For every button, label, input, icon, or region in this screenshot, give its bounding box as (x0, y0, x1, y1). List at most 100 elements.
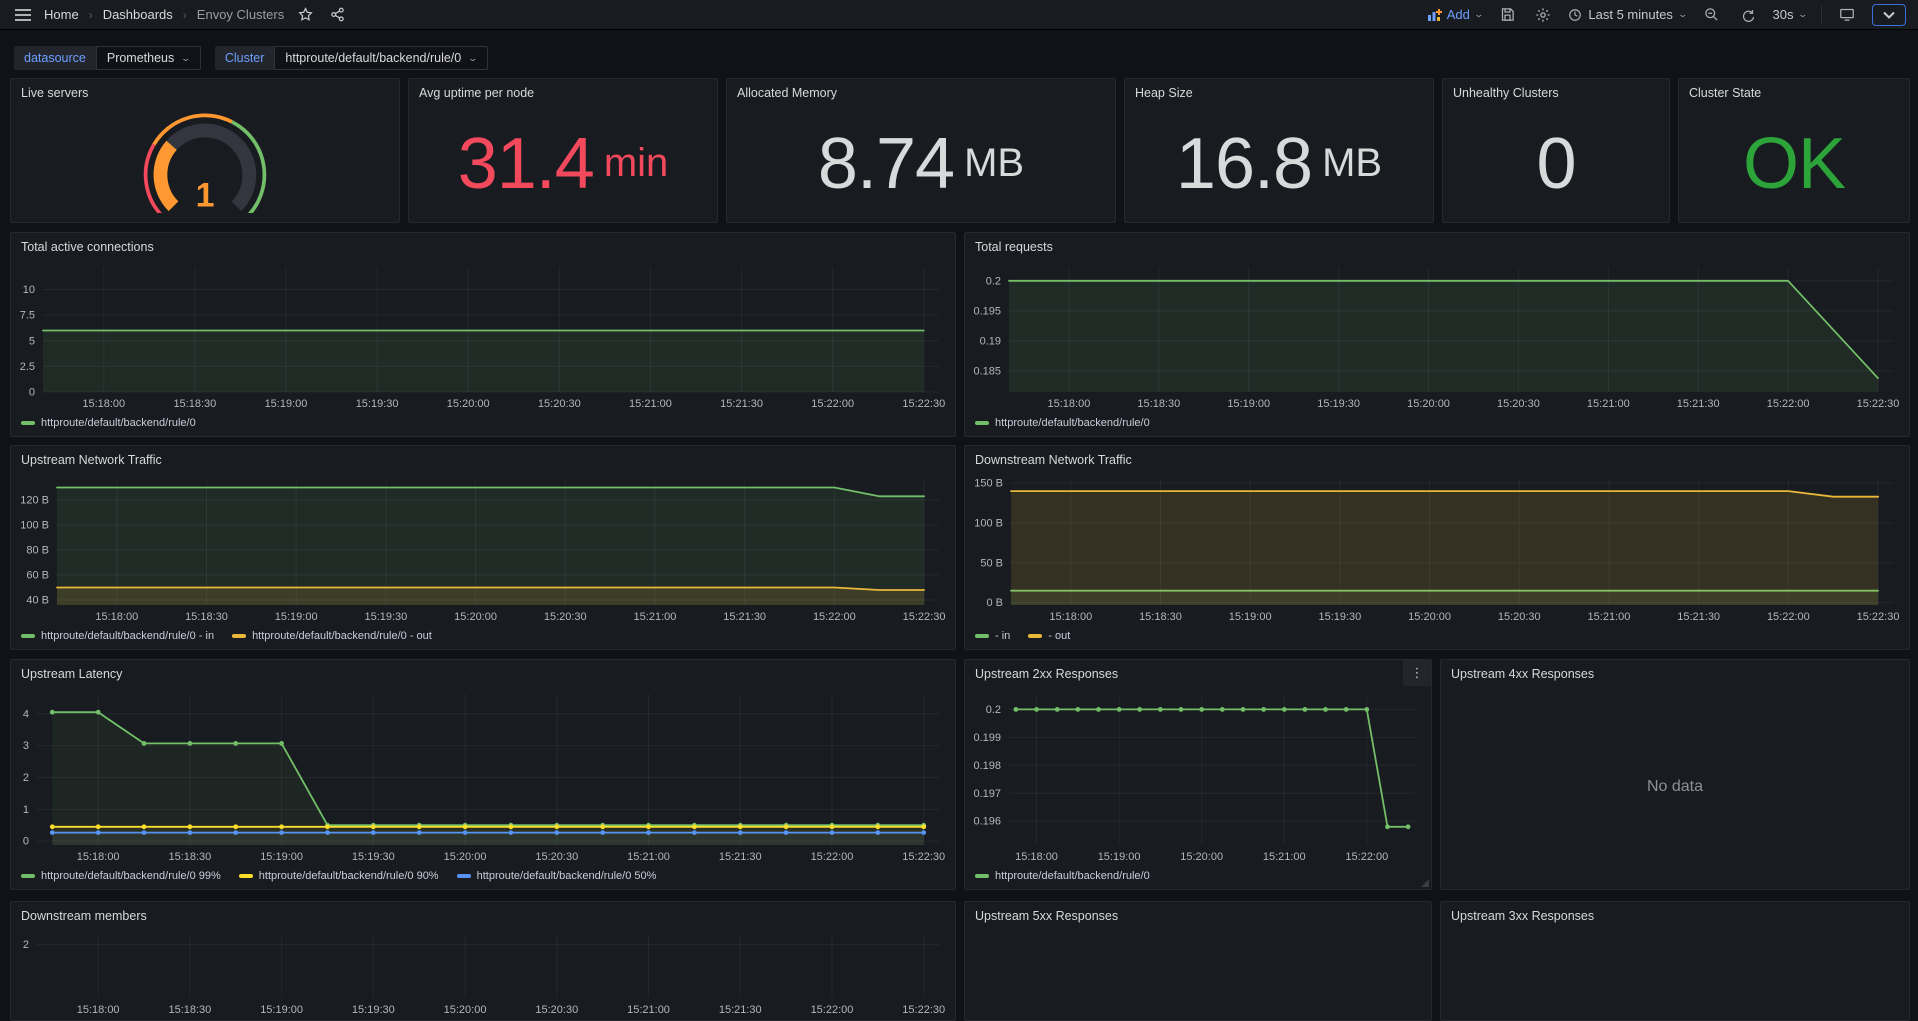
svg-text:15:21:30: 15:21:30 (1677, 611, 1720, 623)
zoom-out-icon[interactable] (1700, 4, 1722, 26)
panel-title[interactable]: Upstream Latency (11, 660, 955, 686)
time-series-plot[interactable]: 215:18:0015:18:3015:19:0015:19:3015:20:0… (11, 928, 955, 1018)
panel-title[interactable]: Cluster State (1679, 79, 1909, 105)
svg-text:15:18:30: 15:18:30 (168, 851, 211, 863)
svg-text:15:19:30: 15:19:30 (1317, 398, 1360, 410)
panel-title[interactable]: Allocated Memory (727, 79, 1115, 105)
svg-text:15:20:30: 15:20:30 (1498, 611, 1541, 623)
legend-item[interactable]: httproute/default/backend/rule/0 (975, 870, 1150, 882)
panel-title[interactable]: Upstream 3xx Responses (1441, 902, 1909, 928)
time-series-plot[interactable]: 0123415:18:0015:18:3015:19:0015:19:3015:… (11, 686, 955, 865)
legend-item[interactable]: httproute/default/backend/rule/0 90% (239, 870, 439, 882)
svg-text:15:20:00: 15:20:00 (1407, 398, 1450, 410)
svg-text:15:20:00: 15:20:00 (447, 398, 490, 410)
svg-text:15:22:00: 15:22:00 (811, 398, 854, 410)
panel-title[interactable]: Total active connections (11, 233, 955, 259)
svg-text:0.2: 0.2 (986, 704, 1001, 716)
menu-icon[interactable] (12, 4, 34, 26)
panel-title[interactable]: Downstream members (11, 902, 955, 928)
time-series-plot[interactable] (965, 928, 1431, 1018)
refresh-interval-picker[interactable]: 30s⌄ (1772, 7, 1807, 22)
favorite-star-icon[interactable] (294, 4, 316, 26)
legend-label: httproute/default/backend/rule/0 (995, 417, 1150, 429)
svg-text:15:18:00: 15:18:00 (77, 851, 120, 863)
legend-item[interactable]: - in (975, 630, 1010, 642)
legend-item[interactable]: - out (1028, 630, 1070, 642)
time-series-plot[interactable] (1441, 928, 1909, 1018)
panel-live-servers: Live servers 1 (10, 78, 400, 223)
panel-upstream-2xx-responses: Upstream 2xx Responses ⋮ 0.196 0.197 0.198… (964, 659, 1432, 890)
legend-item[interactable]: httproute/default/backend/rule/0 50% (457, 870, 657, 882)
panel-title[interactable]: Heap Size (1125, 79, 1433, 105)
variable-cluster-value[interactable]: httproute/default/backend/rule/0⌄ (274, 46, 487, 70)
variable-datasource-value[interactable]: Prometheus⌄ (96, 46, 201, 70)
time-series-plot[interactable]: 40 B60 B80 B100 B120 B15:18:0015:18:3015… (11, 472, 955, 625)
legend-item[interactable]: httproute/default/backend/rule/0 - out (232, 630, 432, 642)
svg-text:15:19:00: 15:19:00 (1229, 611, 1272, 623)
svg-text:15:21:30: 15:21:30 (723, 611, 766, 623)
svg-text:50 B: 50 B (980, 557, 1003, 569)
refresh-icon[interactable] (1736, 4, 1758, 26)
save-dashboard-icon[interactable] (1496, 4, 1518, 26)
panel-title[interactable]: Total requests (965, 233, 1909, 259)
tv-mode-icon[interactable] (1836, 4, 1858, 26)
svg-text:15:21:00: 15:21:00 (627, 851, 670, 863)
legend: - in - out (975, 627, 1903, 645)
add-panel-button[interactable]: Add⌄ (1428, 7, 1483, 22)
svg-text:0.195: 0.195 (973, 305, 1001, 317)
svg-text:15:20:00: 15:20:00 (1408, 611, 1451, 623)
breadcrumb-current: Envoy Clusters (197, 7, 284, 22)
settings-gear-icon[interactable] (1532, 4, 1554, 26)
legend-swatch (232, 634, 246, 638)
legend-item[interactable]: httproute/default/backend/rule/0 - in (21, 630, 214, 642)
svg-text:120 B: 120 B (20, 495, 49, 507)
kiosk-expand-button[interactable] (1872, 4, 1906, 26)
time-series-plot[interactable]: 0.1960.1970.1980.1990.215:18:0015:19:001… (965, 686, 1431, 865)
svg-text:15:22:00: 15:22:00 (1767, 611, 1810, 623)
legend-item[interactable]: httproute/default/backend/rule/0 (21, 417, 196, 429)
panel-title[interactable]: Avg uptime per node (409, 79, 717, 105)
svg-text:15:20:30: 15:20:30 (538, 398, 581, 410)
svg-text:15:18:00: 15:18:00 (77, 1004, 120, 1016)
panel-title[interactable]: Downstream Network Traffic (965, 446, 1909, 472)
svg-text:15:18:30: 15:18:30 (1139, 611, 1182, 623)
svg-text:15:20:00: 15:20:00 (1180, 851, 1223, 863)
panel-title[interactable]: Upstream Network Traffic (11, 446, 955, 472)
share-icon[interactable] (326, 4, 348, 26)
svg-text:15:21:00: 15:21:00 (629, 398, 672, 410)
legend-swatch (1028, 634, 1042, 638)
variable-datasource: datasource Prometheus⌄ (14, 46, 201, 70)
panel-menu-icon[interactable]: ⋮ (1403, 660, 1431, 686)
legend-label: httproute/default/backend/rule/0 - in (41, 630, 214, 642)
panel-title[interactable]: Upstream 4xx Responses (1441, 660, 1909, 686)
stat-value: OK (1743, 128, 1845, 200)
chevron-down-icon (1883, 11, 1895, 19)
svg-text:0.196: 0.196 (973, 816, 1001, 828)
time-series-plot[interactable]: 0 B50 B100 B150 B15:18:0015:18:3015:19:0… (965, 472, 1909, 625)
svg-text:0.198: 0.198 (973, 760, 1001, 772)
breadcrumb-dashboards[interactable]: Dashboards (103, 7, 173, 22)
panel-title[interactable]: Unhealthy Clusters (1443, 79, 1669, 105)
stat-value: 31.4 (458, 128, 594, 200)
gauge-value: 1 (196, 176, 215, 212)
panel-title[interactable]: Upstream 5xx Responses (965, 902, 1431, 928)
svg-text:15:19:00: 15:19:00 (265, 398, 308, 410)
breadcrumb-home[interactable]: Home (44, 7, 79, 22)
legend-item[interactable]: httproute/default/backend/rule/0 (975, 417, 1150, 429)
panel-title[interactable]: Upstream 2xx Responses (965, 660, 1431, 686)
variable-cluster-label: Cluster (215, 46, 275, 70)
time-range-picker[interactable]: Last 5 minutes⌄ (1568, 7, 1686, 22)
time-series-plot[interactable]: 02.557.51015:18:0015:18:3015:19:0015:19:… (11, 259, 955, 412)
svg-text:3: 3 (23, 740, 29, 752)
svg-text:0.197: 0.197 (973, 788, 1001, 800)
panel-resize-handle[interactable] (1421, 879, 1429, 887)
svg-text:15:18:30: 15:18:30 (173, 398, 216, 410)
legend-label: httproute/default/backend/rule/0 50% (477, 870, 657, 882)
stat-unit: min (604, 141, 668, 186)
svg-text:15:19:30: 15:19:30 (356, 398, 399, 410)
no-data-plot[interactable]: No data (1441, 686, 1909, 887)
time-series-plot[interactable]: 0.1850.190.1950.215:18:0015:18:3015:19:0… (965, 259, 1909, 412)
legend-item[interactable]: httproute/default/backend/rule/0 99% (21, 870, 221, 882)
svg-text:15:22:00: 15:22:00 (813, 611, 856, 623)
svg-text:15:22:00: 15:22:00 (1767, 398, 1810, 410)
